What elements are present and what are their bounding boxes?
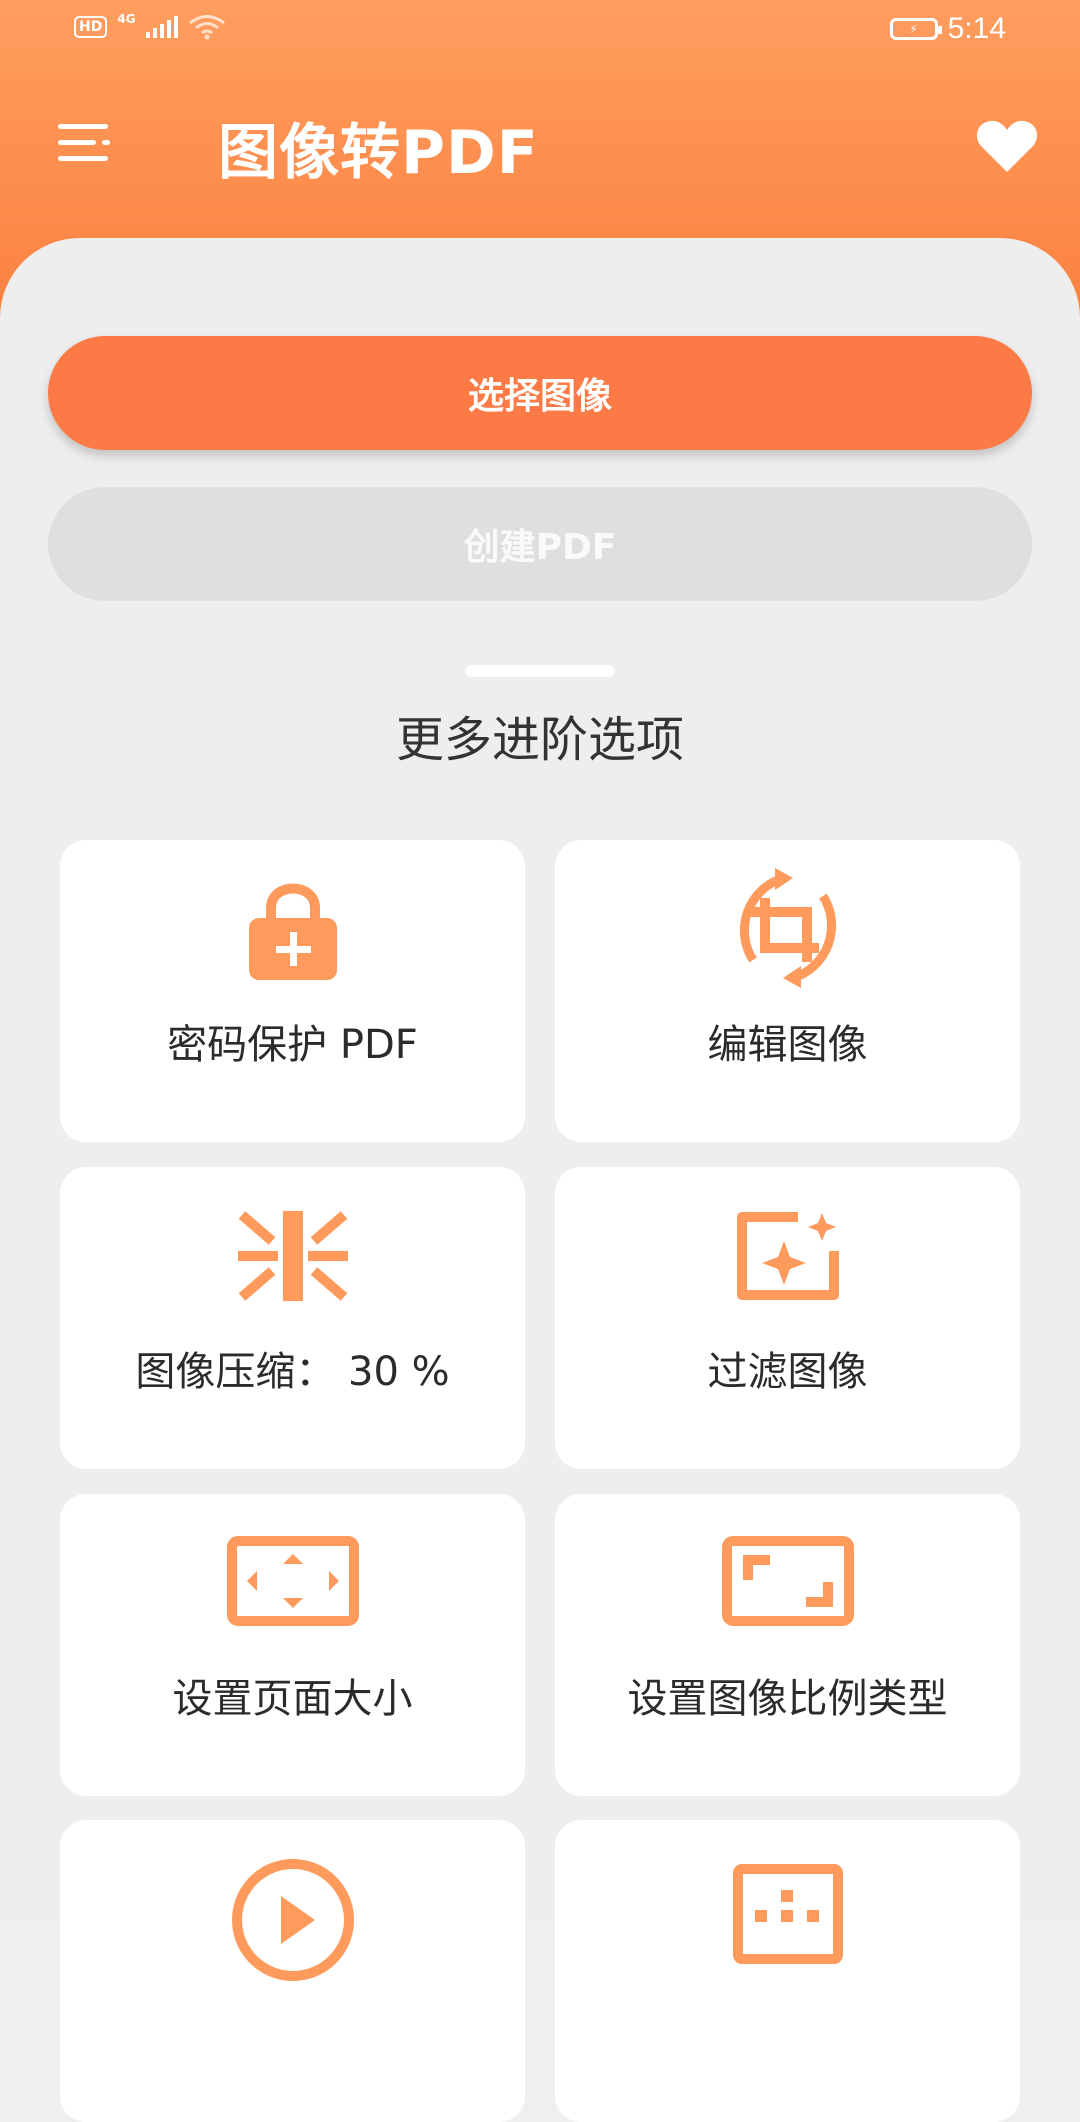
option-card-8[interactable]	[555, 1820, 1020, 2122]
network-type: 4G	[117, 12, 136, 26]
hd-badge: HD	[74, 16, 108, 38]
option-card-compress[interactable]: 图像压缩： 30 %	[60, 1167, 525, 1469]
option-label: 图像压缩： 30 %	[135, 1349, 450, 1395]
option-label: 密码保护 PDF	[167, 1022, 418, 1068]
page-size-icon	[226, 1536, 359, 1626]
option-label: 设置图像比例类型	[627, 1676, 948, 1722]
status-time: 5:14	[947, 12, 1006, 45]
compress-icon	[237, 1211, 348, 1301]
option-card-7[interactable]	[60, 1820, 525, 2122]
create-pdf-button[interactable]: 创建PDF	[48, 487, 1032, 601]
aspect-ratio-icon	[721, 1536, 854, 1626]
option-card-aspect-ratio[interactable]: 设置图像比例类型	[555, 1494, 1020, 1796]
option-label: 设置页面大小	[172, 1676, 413, 1722]
app-title: 图像转PDF	[218, 118, 539, 188]
status-bar: HD 4G ⚡ 5:14	[0, 0, 1080, 58]
play-icon	[231, 1859, 354, 1981]
drag-handle[interactable]	[465, 665, 615, 677]
heart-icon[interactable]	[975, 118, 1039, 174]
wifi-icon	[188, 15, 225, 40]
option-card-password[interactable]: 密码保护 PDF	[60, 840, 525, 1142]
menu-icon[interactable]	[58, 122, 110, 162]
select-images-button[interactable]: 选择图像	[48, 336, 1032, 450]
option-card-page-size[interactable]: 设置页面大小	[60, 1494, 525, 1796]
option-label: 过滤图像	[707, 1349, 868, 1395]
signal-icon	[145, 16, 178, 38]
crop-rotate-icon	[739, 868, 836, 988]
option-card-edit[interactable]: 编辑图像	[555, 840, 1020, 1142]
section-title: 更多进阶选项	[395, 712, 684, 768]
lock-add-icon	[248, 883, 337, 980]
option-label: 编辑图像	[707, 1022, 868, 1068]
battery-icon: ⚡	[889, 18, 942, 40]
grid-icon	[732, 1864, 843, 1964]
option-card-filter[interactable]: 过滤图像	[555, 1167, 1020, 1469]
filter-sparkle-icon	[736, 1212, 839, 1300]
